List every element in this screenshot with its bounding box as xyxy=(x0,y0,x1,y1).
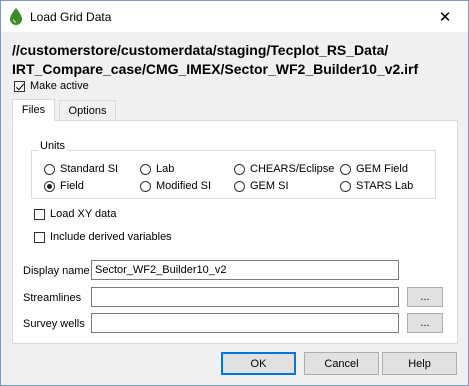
streamlines-input[interactable] xyxy=(91,287,399,307)
cancel-button[interactable]: Cancel xyxy=(304,352,379,375)
survey-wells-input[interactable] xyxy=(91,313,399,333)
load-xy-checkbox[interactable] xyxy=(34,209,45,220)
make-active-checkbox[interactable] xyxy=(14,81,25,92)
file-path-line-1: //customerstore/customerdata/staging/Tec… xyxy=(12,42,389,58)
radio-stars-lab[interactable] xyxy=(340,181,351,192)
make-active-label: Make active xyxy=(30,80,89,92)
radio-field-label: Field xyxy=(60,180,84,192)
radio-lab-label: Lab xyxy=(156,163,175,175)
survey-wells-browse-button[interactable]: ... xyxy=(407,313,443,333)
display-name-label: Display name xyxy=(23,265,90,277)
radio-chears-eclipse-label: CHEARS/Eclipse xyxy=(250,163,335,175)
radio-stars-lab-label: STARS Lab xyxy=(356,180,414,192)
file-path-line-2: IRT_Compare_case/CMG_IMEX/Sector_WF2_Bui… xyxy=(12,61,419,77)
survey-wells-label: Survey wells xyxy=(23,318,85,330)
close-icon[interactable]: ✕ xyxy=(422,1,468,32)
radio-field[interactable] xyxy=(44,181,55,192)
derived-variables-label: Include derived variables xyxy=(50,231,172,243)
streamlines-browse-button[interactable]: ... xyxy=(407,287,443,307)
window-title: Load Grid Data xyxy=(30,10,112,24)
units-group-title: Units xyxy=(38,140,68,152)
cancel-button-label: Cancel xyxy=(324,357,359,370)
radio-gem-si[interactable] xyxy=(234,181,245,192)
radio-standard-si[interactable] xyxy=(44,164,55,175)
survey-wells-browse-label: ... xyxy=(420,317,430,329)
tab-options[interactable]: Options xyxy=(59,100,116,121)
radio-modified-si[interactable] xyxy=(140,181,151,192)
tab-files[interactable]: Files xyxy=(12,99,55,121)
title-bar: Load Grid Data ✕ xyxy=(1,1,468,32)
display-name-input[interactable]: Sector_WF2_Builder10_v2 xyxy=(91,260,399,280)
help-button[interactable]: Help xyxy=(382,352,457,375)
tab-files-label: Files xyxy=(21,104,46,116)
radio-chears-eclipse[interactable] xyxy=(234,164,245,175)
radio-gem-field[interactable] xyxy=(340,164,351,175)
radio-gem-si-label: GEM SI xyxy=(250,180,289,192)
drop-icon xyxy=(9,8,23,25)
radio-modified-si-label: Modified SI xyxy=(156,180,212,192)
radio-lab[interactable] xyxy=(140,164,151,175)
ok-button[interactable]: OK xyxy=(221,352,296,375)
load-grid-data-dialog: Load Grid Data ✕ //customerstore/custome… xyxy=(0,0,469,386)
radio-standard-si-label: Standard SI xyxy=(60,163,119,175)
radio-gem-field-label: GEM Field xyxy=(356,163,408,175)
ok-button-label: OK xyxy=(250,357,267,370)
help-button-label: Help xyxy=(408,357,431,370)
tab-options-label: Options xyxy=(68,104,107,117)
load-xy-label: Load XY data xyxy=(50,208,117,220)
derived-variables-checkbox[interactable] xyxy=(34,232,45,243)
file-path: //customerstore/customerdata/staging/Tec… xyxy=(12,41,418,79)
streamlines-browse-label: ... xyxy=(420,291,430,303)
streamlines-label: Streamlines xyxy=(23,292,82,304)
